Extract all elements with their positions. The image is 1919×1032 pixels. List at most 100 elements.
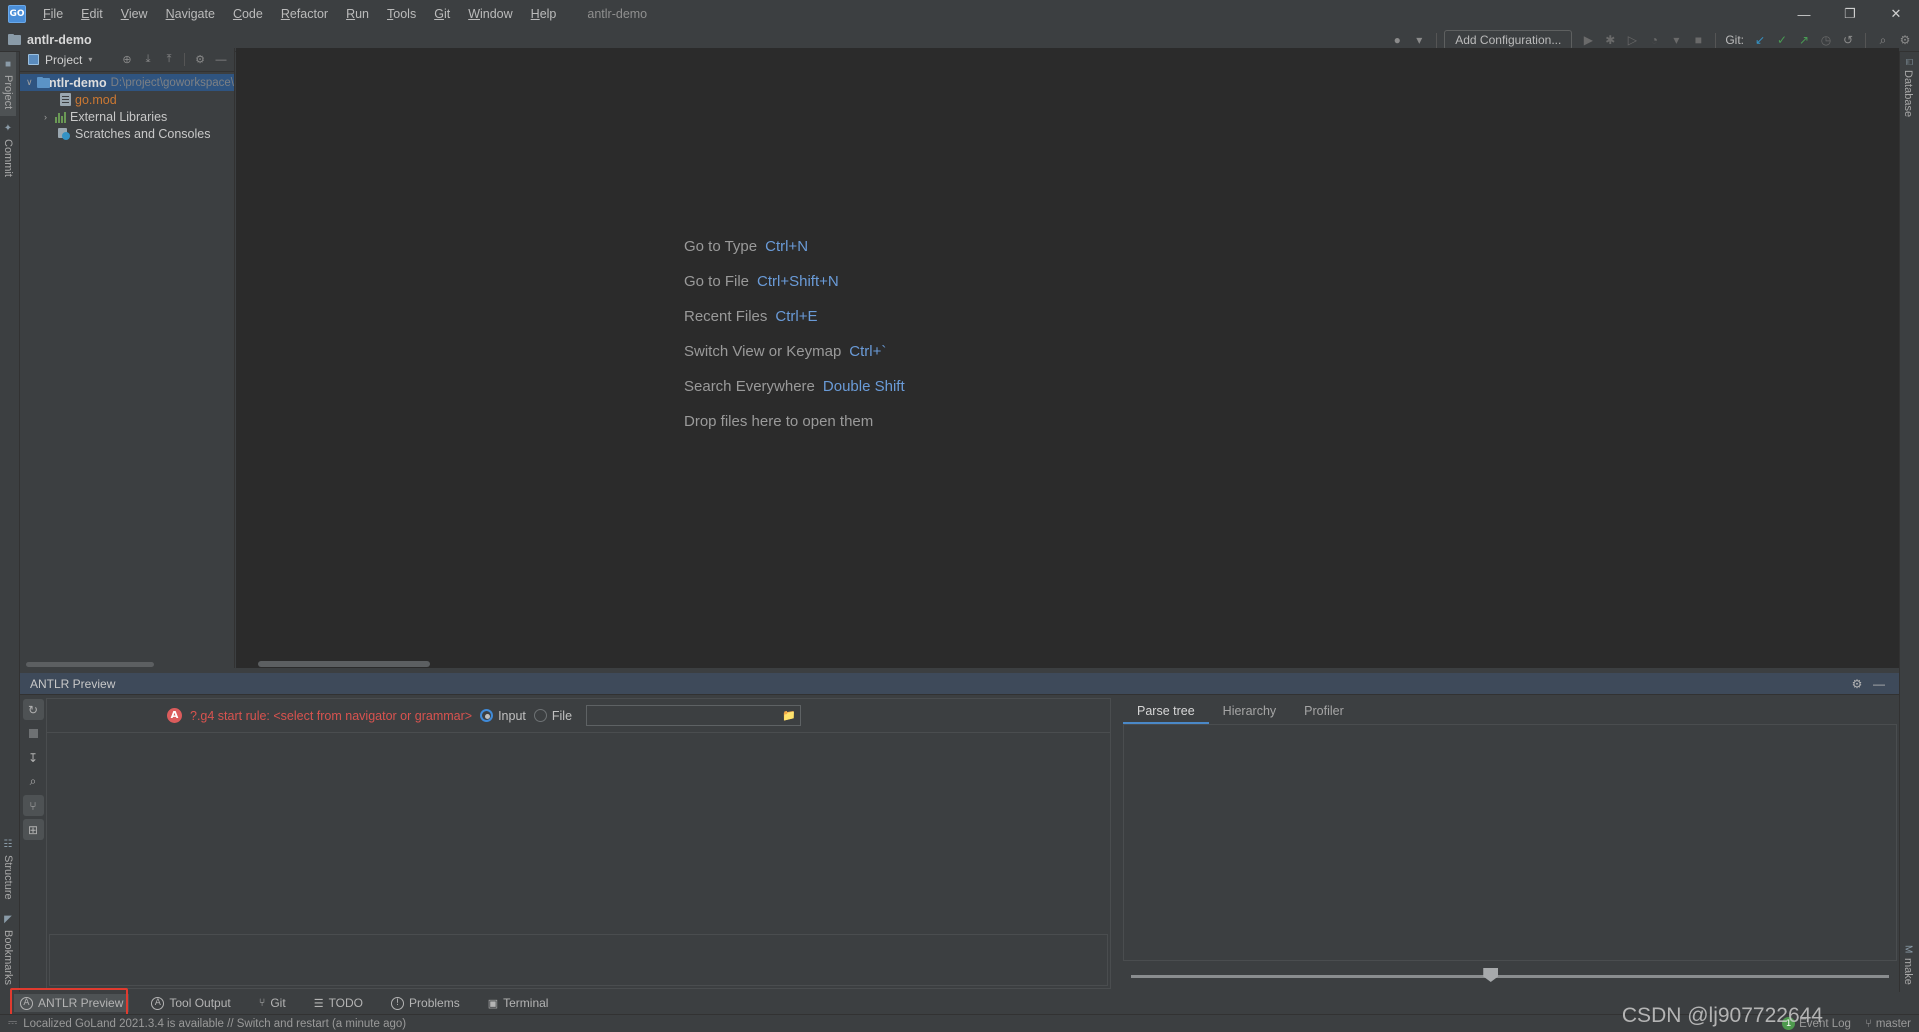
add-configuration-button[interactable]: Add Configuration... — [1444, 30, 1573, 50]
menu-run[interactable]: Run — [337, 4, 378, 24]
git-branch-widget[interactable]: ⑂ master — [1865, 1018, 1911, 1030]
locate-file-icon[interactable]: ⊕ — [118, 51, 136, 69]
antlr-input-secondary-pane[interactable] — [49, 934, 1108, 986]
sidebar-item-commit[interactable]: ✦ Commit — [0, 116, 16, 184]
hierarchy-icon[interactable]: ⑂ — [22, 795, 44, 816]
bottom-item-todo[interactable]: ☰ TODO — [308, 994, 369, 1012]
git-commit-icon[interactable]: ✓ — [1772, 30, 1792, 50]
profile-dropdown-caret-icon[interactable]: ▾ — [1666, 30, 1686, 50]
scroll-to-end-icon[interactable]: ↧ — [23, 747, 44, 768]
run-with-coverage-icon[interactable]: ▷ — [1622, 30, 1642, 50]
bottom-item-label: Tool Output — [169, 996, 231, 1010]
event-log-button[interactable]: 1 Event Log — [1782, 1017, 1851, 1030]
chevron-right-icon[interactable]: › — [40, 112, 51, 122]
menu-help[interactable]: Help — [522, 4, 566, 24]
warning-icon: A — [167, 708, 182, 723]
bottom-item-tool-output[interactable]: A Tool Output — [145, 994, 236, 1012]
structure-stripe-icon: ☷ — [2, 839, 14, 851]
project-panel-scrollbar[interactable] — [20, 660, 234, 668]
hint-switch-view-or-keymap: Switch View or Keymap Ctrl+` — [684, 343, 905, 360]
chevron-down-icon[interactable]: ∨ — [26, 77, 33, 88]
bottom-item-antlr-preview[interactable]: A ANTLR Preview — [14, 994, 130, 1012]
git-update-icon[interactable]: ↙ — [1750, 30, 1770, 50]
project-view-dropdown-icon[interactable]: ▾ — [88, 55, 92, 64]
collapse-all-icon[interactable]: ⤒ — [160, 51, 178, 69]
git-branch-icon: ⑂ — [258, 997, 266, 1009]
menu-navigate[interactable]: Navigate — [157, 4, 224, 24]
sidebar-item-bookmarks[interactable]: ◤ Bookmarks — [0, 907, 16, 992]
antlr-hide-icon[interactable]: — — [1871, 677, 1887, 691]
user-icon[interactable]: ● — [1387, 30, 1407, 50]
parse-tree-zoom-slider[interactable] — [1123, 967, 1897, 989]
search-icon[interactable]: ⌕ — [1873, 30, 1893, 50]
menu-git[interactable]: Git — [425, 4, 459, 24]
sidebar-item-make[interactable]: M make — [1900, 938, 1916, 992]
file-path-input[interactable]: 📁 — [586, 705, 802, 726]
sidebar-item-structure[interactable]: ☷ Structure — [0, 832, 16, 907]
hide-project-panel-icon[interactable]: — — [212, 51, 230, 69]
hint-shortcut: Ctrl+` — [849, 343, 887, 360]
stop-icon[interactable] — [23, 723, 44, 744]
menu-code[interactable]: Code — [224, 4, 272, 24]
rollback-icon[interactable]: ↺ — [1838, 30, 1858, 50]
bottom-item-problems[interactable]: ! Problems — [385, 994, 466, 1012]
hint-label: Drop files here to open them — [684, 413, 874, 430]
stop-icon[interactable]: ■ — [1688, 30, 1708, 50]
tree-node-label: go.mod — [75, 92, 117, 107]
close-button[interactable]: ✕ — [1873, 0, 1919, 28]
menu-view[interactable]: View — [112, 4, 157, 24]
sidebar-item-database[interactable]: ⌸ Database — [1900, 52, 1916, 124]
sidebar-item-project[interactable]: ■ Project — [0, 52, 16, 117]
tab-hierarchy[interactable]: Hierarchy — [1209, 701, 1291, 724]
antlr-settings-gear-icon[interactable]: ⚙ — [1849, 677, 1865, 691]
bottom-item-label: TODO — [328, 996, 364, 1010]
project-panel-divider — [184, 53, 185, 66]
problems-icon: ! — [391, 996, 405, 1010]
menu-refactor[interactable]: Refactor — [272, 4, 337, 24]
run-icon[interactable]: ▶ — [1578, 30, 1598, 50]
tree-node-go-mod[interactable]: go.mod — [20, 91, 234, 108]
editor-hints: Go to Type Ctrl+N Go to File Ctrl+Shift+N … — [684, 238, 905, 430]
debug-icon[interactable]: ✱ — [1600, 30, 1620, 50]
menu-file[interactable]: File — [34, 4, 72, 24]
slider-thumb[interactable] — [1483, 968, 1499, 982]
tree-node-external-libraries[interactable]: › External Libraries — [20, 108, 234, 125]
toolbar-project: antlr-demo — [0, 33, 92, 47]
tab-profiler[interactable]: Profiler — [1290, 701, 1358, 724]
project-panel-header: Project ▾ ⊕ ⤓ ⤒ ⚙ — — [20, 48, 234, 72]
editor-horizontal-scrollbar[interactable] — [236, 659, 1899, 668]
refresh-icon[interactable]: ↻ — [22, 699, 44, 720]
menu-tools[interactable]: Tools — [378, 4, 425, 24]
tab-parse-tree[interactable]: Parse tree — [1123, 701, 1209, 724]
history-icon[interactable]: ◷ — [1816, 30, 1836, 50]
status-bar: ⎓ Localized GoLand 2021.3.4 is available… — [0, 1014, 1919, 1032]
menu-bar: GO File Edit View Navigate Code Refactor… — [0, 0, 1919, 28]
tree-node-scratches-and-consoles[interactable]: Scratches and Consoles — [20, 125, 234, 142]
git-push-icon[interactable]: ↗ — [1794, 30, 1814, 50]
tree-node-label: antlr-demo — [42, 75, 107, 90]
tree-node-label: External Libraries — [70, 109, 168, 124]
antlr-input-textarea[interactable] — [47, 733, 1110, 934]
user-dropdown-caret-icon[interactable]: ▾ — [1409, 30, 1429, 50]
toolbar-project-name: antlr-demo — [27, 32, 92, 47]
expand-tree-icon[interactable]: ⊞ — [22, 819, 44, 840]
profile-icon[interactable]: ◔ — [1644, 30, 1664, 50]
bottom-item-git[interactable]: ⑂ Git — [253, 994, 292, 1012]
bottom-item-terminal[interactable]: ▣ Terminal — [482, 994, 555, 1012]
input-radio[interactable]: Input — [480, 709, 526, 723]
menu-window[interactable]: Window — [459, 4, 521, 24]
window-controls: — ❐ ✕ — [1781, 0, 1919, 28]
hint-search-everywhere: Search Everywhere Double Shift — [684, 378, 905, 395]
file-radio[interactable]: File — [533, 709, 572, 723]
maximize-button[interactable]: ❐ — [1827, 0, 1873, 28]
status-message[interactable]: Localized GoLand 2021.3.4 is available /… — [23, 1018, 406, 1030]
settings-gear-icon[interactable]: ⚙ — [1895, 30, 1915, 50]
minimize-button[interactable]: — — [1781, 0, 1827, 28]
menu-edit[interactable]: Edit — [72, 4, 112, 24]
parse-tree-canvas[interactable] — [1123, 724, 1897, 961]
tree-node-antlr-demo[interactable]: ∨ antlr-demo D:\project\goworkspace\ — [20, 74, 234, 91]
expand-all-icon[interactable]: ⤓ — [139, 51, 157, 69]
project-settings-gear-icon[interactable]: ⚙ — [191, 51, 209, 69]
browse-folder-icon[interactable]: 📁 — [782, 709, 796, 722]
find-icon[interactable]: ⌕ — [23, 771, 44, 792]
